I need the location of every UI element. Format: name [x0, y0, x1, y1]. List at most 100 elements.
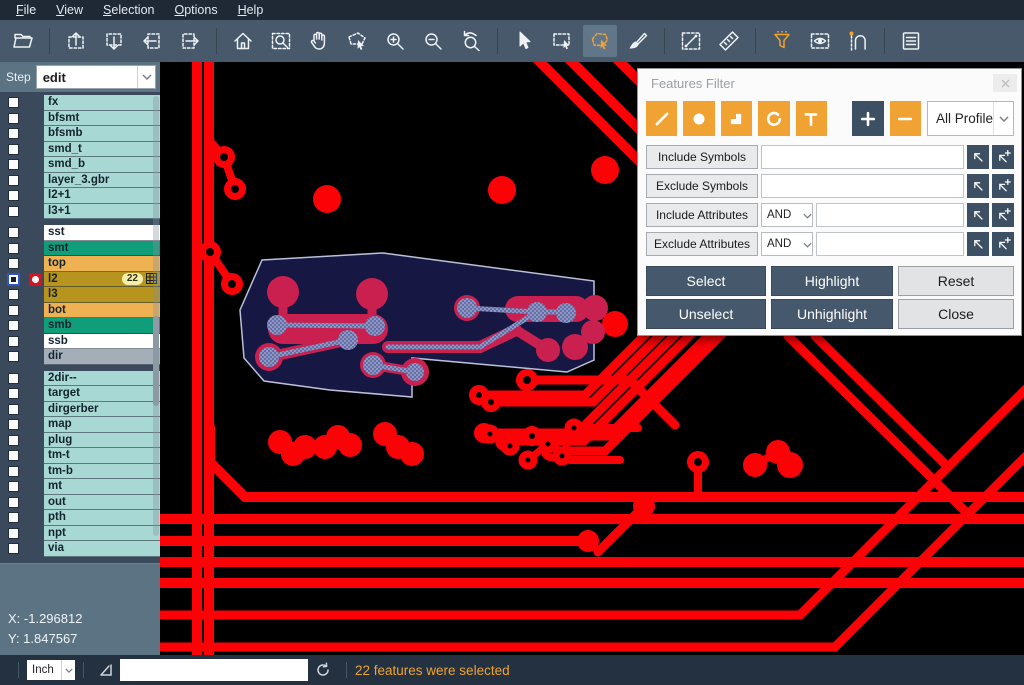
layer-indicator-bfsmb[interactable] — [26, 126, 44, 142]
layer-indicator-sst[interactable] — [26, 225, 44, 241]
include-attributes-input[interactable] — [816, 203, 964, 227]
scrollbar-thumb[interactable] — [153, 316, 159, 406]
features-filter-button[interactable] — [765, 25, 799, 57]
step-select[interactable]: edit — [36, 65, 156, 89]
menu-options[interactable]: Options — [164, 0, 227, 20]
layer-name-pth[interactable]: pth — [44, 510, 160, 526]
layer-name-npt[interactable]: npt — [44, 526, 160, 542]
include-attributes-logic-select[interactable]: AND — [761, 203, 813, 227]
layer-checkbox-smt[interactable] — [0, 241, 26, 257]
layer-checkbox-smd_t[interactable] — [0, 142, 26, 158]
layer-name-top[interactable]: top — [44, 256, 160, 272]
layer-indicator-l3[interactable] — [26, 287, 44, 303]
layer-name-ssb[interactable]: ssb — [44, 334, 160, 350]
layer-checkbox-bfsmb[interactable] — [0, 126, 26, 142]
pick-attribute-button[interactable] — [967, 232, 989, 256]
layer-checkbox-smd_b[interactable] — [0, 157, 26, 173]
layer-name-dir[interactable]: dir — [44, 349, 160, 365]
menu-selection[interactable]: Selection — [93, 0, 164, 20]
line-tool-button[interactable] — [646, 101, 677, 136]
layer-indicator-2dir--[interactable] — [26, 371, 44, 387]
layer-name-smd_b[interactable]: smd_b — [44, 157, 160, 173]
measure-ruler-button[interactable] — [712, 25, 746, 57]
include-symbols-input[interactable] — [761, 145, 964, 169]
arc-tool-button[interactable] — [758, 101, 789, 136]
layer-checkbox-pth[interactable] — [0, 510, 26, 526]
pick-symbol-button[interactable] — [967, 174, 989, 198]
zoom-out-button[interactable] — [416, 25, 450, 57]
exclude-attributes-button[interactable]: Exclude Attributes — [646, 232, 758, 256]
layer-indicator-l2[interactable] — [26, 272, 44, 288]
layer-name-bfsmb[interactable]: bfsmb — [44, 126, 160, 142]
pick-symbol-add-button[interactable] — [992, 174, 1014, 198]
layer-name-tm-b[interactable]: tm-b — [44, 464, 160, 480]
layer-name-plug[interactable]: plug — [44, 433, 160, 449]
layer-name-smd_t[interactable]: smd_t — [44, 142, 160, 158]
units-select[interactable]: Inch — [27, 660, 75, 680]
layer-indicator-bfsmt[interactable] — [26, 111, 44, 127]
layer-checkbox-l2+1[interactable] — [0, 188, 26, 204]
layer-name-bot[interactable]: bot — [44, 303, 160, 319]
profile-select[interactable]: All Profile — [927, 101, 1014, 136]
layers-panel-button[interactable] — [894, 25, 928, 57]
remove-filter-button[interactable] — [890, 101, 921, 136]
layer-indicator-smd_b[interactable] — [26, 157, 44, 173]
pick-attribute-add-button[interactable] — [992, 232, 1014, 256]
layer-name-2dir--[interactable]: 2dir-- — [44, 371, 160, 387]
pick-attribute-add-button[interactable] — [992, 203, 1014, 227]
reset-button[interactable]: Reset — [898, 266, 1014, 296]
layer-name-out[interactable]: out — [44, 495, 160, 511]
layer-checkbox-via[interactable] — [0, 541, 26, 557]
refresh-icon[interactable] — [314, 661, 332, 679]
exclude-attributes-logic-select[interactable]: AND — [761, 232, 813, 256]
layer-checkbox-plug[interactable] — [0, 433, 26, 449]
layer-indicator-l3+1[interactable] — [26, 204, 44, 220]
layer-indicator-smt[interactable] — [26, 241, 44, 257]
pick-symbol-add-button[interactable] — [992, 145, 1014, 169]
layer-checkbox-l3[interactable] — [0, 287, 26, 303]
layer-checkbox-sst[interactable] — [0, 225, 26, 241]
layer-indicator-plug[interactable] — [26, 433, 44, 449]
layer-checkbox-dir[interactable] — [0, 349, 26, 365]
menu-file[interactable]: File — [6, 0, 46, 20]
layer-indicator-layer_3.gbr[interactable] — [26, 173, 44, 189]
layer-name-fx[interactable]: fx — [44, 95, 160, 111]
layer-indicator-target[interactable] — [26, 386, 44, 402]
layer-name-l2+1[interactable]: l2+1 — [44, 188, 160, 204]
layer-checkbox-tm-b[interactable] — [0, 464, 26, 480]
layer-checkbox-bot[interactable] — [0, 303, 26, 319]
include-attributes-button[interactable]: Include Attributes — [646, 203, 758, 227]
layer-name-smb[interactable]: smb — [44, 318, 160, 334]
layer-checkbox-fx[interactable] — [0, 95, 26, 111]
close-dialog-button[interactable]: Close — [898, 299, 1014, 329]
layer-checkbox-bfsmt[interactable] — [0, 111, 26, 127]
menu-view[interactable]: View — [46, 0, 93, 20]
layer-checkbox-target[interactable] — [0, 386, 26, 402]
add-filter-button[interactable] — [852, 101, 883, 136]
layer-indicator-tm-b[interactable] — [26, 464, 44, 480]
pad-tool-button[interactable] — [683, 101, 714, 136]
exclude-symbols-input[interactable] — [761, 174, 964, 198]
pcb-canvas[interactable]: Features Filter All Profile — [160, 62, 1024, 655]
layer-indicator-npt[interactable] — [26, 526, 44, 542]
layer-indicator-map[interactable] — [26, 417, 44, 433]
layer-name-layer_3.gbr[interactable]: layer_3.gbr — [44, 173, 160, 189]
layer-name-target[interactable]: target — [44, 386, 160, 402]
layer-name-l3+1[interactable]: l3+1 — [44, 204, 160, 220]
layer-indicator-via[interactable] — [26, 541, 44, 557]
exclude-symbols-button[interactable]: Exclude Symbols — [646, 174, 758, 198]
open-button[interactable] — [6, 25, 40, 57]
layer-indicator-bot[interactable] — [26, 303, 44, 319]
zoom-previous-button[interactable] — [454, 25, 488, 57]
home-view-button[interactable] — [226, 25, 260, 57]
highlight-button[interactable]: Highlight — [771, 266, 893, 296]
select-polygon-button[interactable] — [583, 25, 617, 57]
layer-indicator-smd_t[interactable] — [26, 142, 44, 158]
layer-name-mt[interactable]: mt — [44, 479, 160, 495]
layer-checkbox-map[interactable] — [0, 417, 26, 433]
pan-left-button[interactable] — [135, 25, 169, 57]
snap-button[interactable] — [841, 25, 875, 57]
pick-attribute-button[interactable] — [967, 203, 989, 227]
layer-name-l3[interactable]: l3 — [44, 287, 160, 303]
menu-help[interactable]: Help — [228, 0, 274, 20]
